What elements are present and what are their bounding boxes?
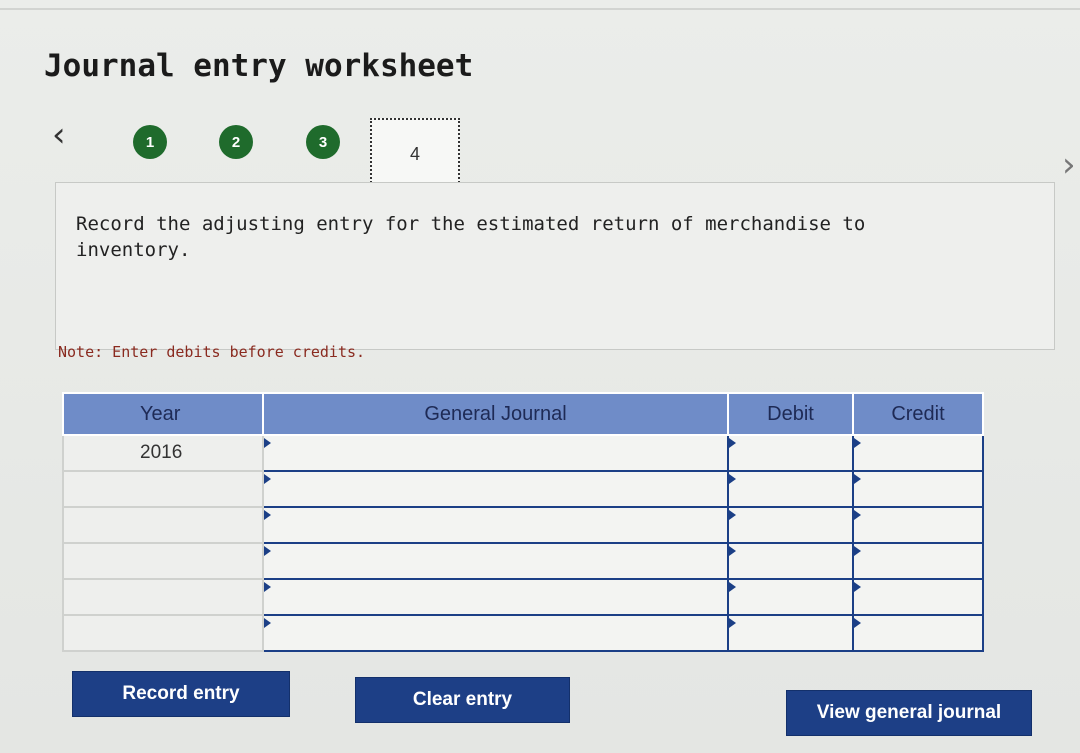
step-2-button[interactable]: 2 xyxy=(219,125,253,159)
debit-input[interactable] xyxy=(727,578,854,616)
input-marker-icon xyxy=(854,510,861,520)
year-cell xyxy=(62,542,264,580)
table-row xyxy=(62,542,984,580)
input-marker-icon xyxy=(264,474,271,484)
year-cell xyxy=(62,614,264,652)
input-marker-icon xyxy=(264,618,271,628)
account-input[interactable] xyxy=(262,470,729,508)
account-input[interactable] xyxy=(262,506,729,544)
credit-input[interactable] xyxy=(852,506,984,544)
note-text: Note: Enter debits before credits. xyxy=(58,343,366,361)
chevron-left-icon[interactable]: ‹ xyxy=(52,118,66,152)
table-row xyxy=(62,506,984,544)
input-marker-icon xyxy=(854,474,861,484)
page-title: Journal entry worksheet xyxy=(44,48,474,84)
input-marker-icon xyxy=(854,438,861,448)
input-marker-icon xyxy=(729,438,736,448)
debit-input[interactable] xyxy=(727,506,854,544)
record-entry-button[interactable]: Record entry xyxy=(72,671,290,717)
chevron-right-icon[interactable]: › xyxy=(1062,148,1076,182)
input-marker-icon xyxy=(264,438,271,448)
step-1-button[interactable]: 1 xyxy=(133,125,167,159)
view-general-journal-button[interactable]: View general journal xyxy=(786,690,1032,736)
journal-entry-table: Year General Journal Debit Credit 2016 xyxy=(62,392,984,652)
top-divider xyxy=(0,8,1080,10)
credit-input[interactable] xyxy=(852,542,984,580)
step-4-current[interactable]: 4 xyxy=(370,118,460,190)
clear-entry-button[interactable]: Clear entry xyxy=(355,677,570,723)
instruction-panel: Record the adjusting entry for the estim… xyxy=(55,182,1055,350)
credit-input[interactable] xyxy=(852,434,984,472)
input-marker-icon xyxy=(729,510,736,520)
year-cell xyxy=(62,506,264,544)
input-marker-icon xyxy=(729,618,736,628)
worksheet-page: Journal entry worksheet ‹ 1 2 3 4 › Reco… xyxy=(0,0,1080,753)
input-marker-icon xyxy=(264,510,271,520)
instruction-text: Record the adjusting entry for the estim… xyxy=(76,213,866,261)
table-row: 2016 xyxy=(62,434,984,472)
credit-input[interactable] xyxy=(852,614,984,652)
input-marker-icon xyxy=(854,618,861,628)
year-cell: 2016 xyxy=(62,434,264,472)
header-general-journal: General Journal xyxy=(262,392,729,436)
input-marker-icon xyxy=(729,546,736,556)
debit-input[interactable] xyxy=(727,434,854,472)
header-debit: Debit xyxy=(727,392,854,436)
header-year: Year xyxy=(62,392,264,436)
debit-input[interactable] xyxy=(727,614,854,652)
input-marker-icon xyxy=(854,582,861,592)
input-marker-icon xyxy=(264,582,271,592)
table-row xyxy=(62,578,984,616)
table-header-row: Year General Journal Debit Credit xyxy=(62,392,984,436)
table-row xyxy=(62,470,984,508)
credit-input[interactable] xyxy=(852,578,984,616)
step-3-button[interactable]: 3 xyxy=(306,125,340,159)
credit-input[interactable] xyxy=(852,470,984,508)
header-credit: Credit xyxy=(852,392,984,436)
year-cell xyxy=(62,578,264,616)
year-cell xyxy=(62,470,264,508)
debit-input[interactable] xyxy=(727,542,854,580)
input-marker-icon xyxy=(854,546,861,556)
account-input[interactable] xyxy=(262,542,729,580)
account-input[interactable] xyxy=(262,614,729,652)
input-marker-icon xyxy=(729,474,736,484)
account-input[interactable] xyxy=(262,434,729,472)
debit-input[interactable] xyxy=(727,470,854,508)
table-row xyxy=(62,614,984,652)
input-marker-icon xyxy=(729,582,736,592)
account-input[interactable] xyxy=(262,578,729,616)
input-marker-icon xyxy=(264,546,271,556)
